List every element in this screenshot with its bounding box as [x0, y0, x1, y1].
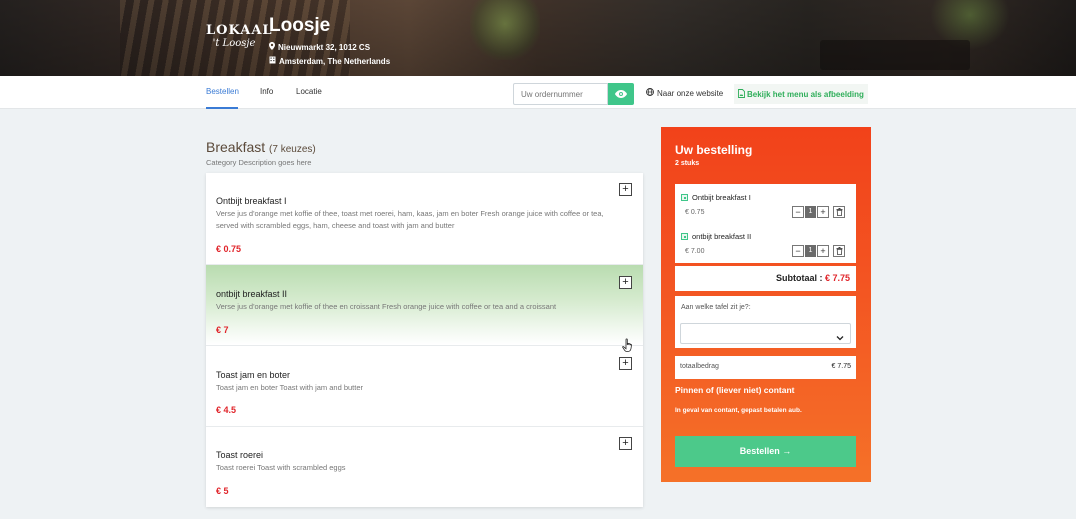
header-banner — [0, 0, 1076, 76]
category-description: Category Description goes here — [206, 158, 312, 167]
plus-icon: + — [622, 183, 629, 195]
cart-line-checkbox[interactable] — [681, 233, 688, 240]
subtotal-label: Subtotaal : — [775, 273, 823, 283]
item-description: Toast jam en boter Toast with jam and bu… — [216, 383, 364, 392]
menu-item[interactable]: ontbijt breakfast II Verse jus d'orange … — [206, 265, 643, 346]
cart-line-price: € 0.75 — [685, 209, 705, 216]
increase-quantity-button[interactable]: + — [817, 245, 829, 257]
menu-item[interactable]: Toast jam en boter Toast jam en boter To… — [206, 346, 643, 427]
website-link[interactable]: Naar onze website — [646, 88, 723, 98]
add-item-button[interactable]: + — [619, 437, 632, 450]
item-name: Toast jam en boter — [216, 370, 291, 380]
address-line2: Amsterdam, The Netherlands — [269, 56, 390, 66]
item-name: Toast roerei — [216, 450, 264, 460]
item-price: € 0.75 — [216, 244, 242, 254]
file-image-icon — [738, 88, 745, 100]
cart-line-name: Ontbijt breakfast I — [692, 193, 751, 202]
order-panel: Uw bestelling 2 stuks Ontbijt breakfast … — [661, 127, 871, 482]
table-selection: Aan welke tafel zit je?: — [675, 296, 856, 348]
category-count: (7 keuzes) — [269, 144, 316, 155]
cart-line: Ontbijt breakfast I € 0.75 − 1 + — [675, 184, 856, 222]
place-order-button[interactable]: Bestellen → — [675, 436, 856, 467]
cart-line-name: ontbijt breakfast II — [692, 232, 752, 241]
logo-line2: 't Loosje — [212, 38, 256, 49]
add-item-button[interactable]: + — [619, 357, 632, 370]
website-link-label: Naar onze website — [657, 88, 724, 98]
plus-icon: + — [622, 357, 629, 369]
item-name: ontbijt breakfast II — [216, 289, 288, 299]
total-amount: totaalbedrag € 7.75 — [675, 356, 856, 379]
subtotal-value: € 7.75 — [824, 273, 850, 283]
item-price: € 7 — [216, 325, 229, 335]
cart-line-checkbox[interactable] — [681, 194, 688, 201]
category-title-text: Breakfast — [206, 139, 266, 155]
payment-note: In geval van contant, gepast betalen aub… — [675, 407, 802, 414]
menu-item-list: Ontbijt breakfast I Verse jus d'orange m… — [206, 173, 643, 507]
subtotal: Subtotaal : € 7.75 — [675, 266, 856, 291]
order-count: 2 stuks — [675, 160, 700, 167]
order-title: Uw bestelling — [675, 143, 753, 157]
item-price: € 4.5 — [216, 405, 237, 415]
plus-icon: + — [622, 437, 629, 449]
quantity-stepper: − 1 + — [792, 245, 845, 257]
eye-icon — [615, 85, 627, 103]
total-value: € 7.75 — [831, 363, 851, 370]
decrease-quantity-button[interactable]: − — [792, 245, 804, 257]
item-price: € 5 — [216, 486, 229, 496]
tab-bestellen[interactable]: Bestellen — [206, 87, 239, 96]
quantity-value: 1 — [805, 206, 816, 218]
table-select[interactable] — [680, 323, 851, 344]
map-pin-icon — [269, 42, 275, 52]
trash-icon — [836, 242, 843, 260]
add-item-button[interactable]: + — [619, 276, 632, 289]
increase-quantity-button[interactable]: + — [817, 206, 829, 218]
quantity-stepper: − 1 + — [792, 206, 845, 218]
hand-cursor-icon — [622, 338, 634, 356]
cart-list: Ontbijt breakfast I € 0.75 − 1 + ontbijt… — [675, 184, 856, 263]
building-icon — [269, 56, 276, 66]
quantity-value: 1 — [805, 245, 816, 257]
category-title: Breakfast (7 keuzes) — [206, 139, 316, 155]
tab-info[interactable]: Info — [260, 87, 273, 96]
restaurant-name: Loosje — [269, 15, 331, 36]
table-question: Aan welke tafel zit je?: — [681, 304, 751, 311]
remove-item-button[interactable] — [833, 206, 845, 218]
item-description: Verse jus d'orange met koffie of thee, t… — [216, 209, 604, 230]
restaurant-logo: LOKAAL 't Loosje — [206, 23, 273, 58]
order-number-input[interactable] — [513, 83, 608, 105]
address-line1: Nieuwmarkt 32, 1012 CS — [269, 42, 370, 52]
menu-item[interactable]: Toast roerei Toast roerei Toast with scr… — [206, 427, 643, 507]
address-line1-text: Nieuwmarkt 32, 1012 CS — [278, 42, 371, 52]
active-tab-indicator — [206, 107, 238, 109]
nav-bar: Bestellen Info Locatie Naar onze website… — [0, 76, 1076, 109]
item-description: Toast roerei Toast with scrambled eggs — [216, 463, 346, 472]
globe-icon — [646, 88, 654, 98]
menu-image-link[interactable]: Bekijk het menu als afbeelding — [734, 84, 868, 104]
plus-icon: + — [622, 276, 629, 288]
menu-item[interactable]: Ontbijt breakfast I Verse jus d'orange m… — [206, 173, 643, 265]
chevron-down-icon — [836, 329, 844, 347]
total-label: totaalbedrag — [680, 363, 719, 370]
payment-title: Pinnen of (liever niet) contant — [675, 385, 795, 395]
cart-line: ontbijt breakfast II € 7.00 − 1 + — [675, 223, 856, 261]
menu-image-link-label: Bekijk het menu als afbeelding — [747, 89, 864, 99]
decrease-quantity-button[interactable]: − — [792, 206, 804, 218]
lookup-order-button[interactable] — [608, 83, 634, 105]
logo-line1: LOKAAL — [206, 23, 273, 38]
remove-item-button[interactable] — [833, 245, 845, 257]
address-line2-text: Amsterdam, The Netherlands — [279, 56, 391, 66]
add-item-button[interactable]: + — [619, 183, 632, 196]
item-description: Verse jus d'orange met koffie of thee en… — [216, 302, 557, 311]
trash-icon — [836, 203, 843, 221]
tab-locatie[interactable]: Locatie — [296, 87, 322, 96]
cart-line-price: € 7.00 — [685, 248, 705, 255]
item-name: Ontbijt breakfast I — [216, 196, 287, 206]
